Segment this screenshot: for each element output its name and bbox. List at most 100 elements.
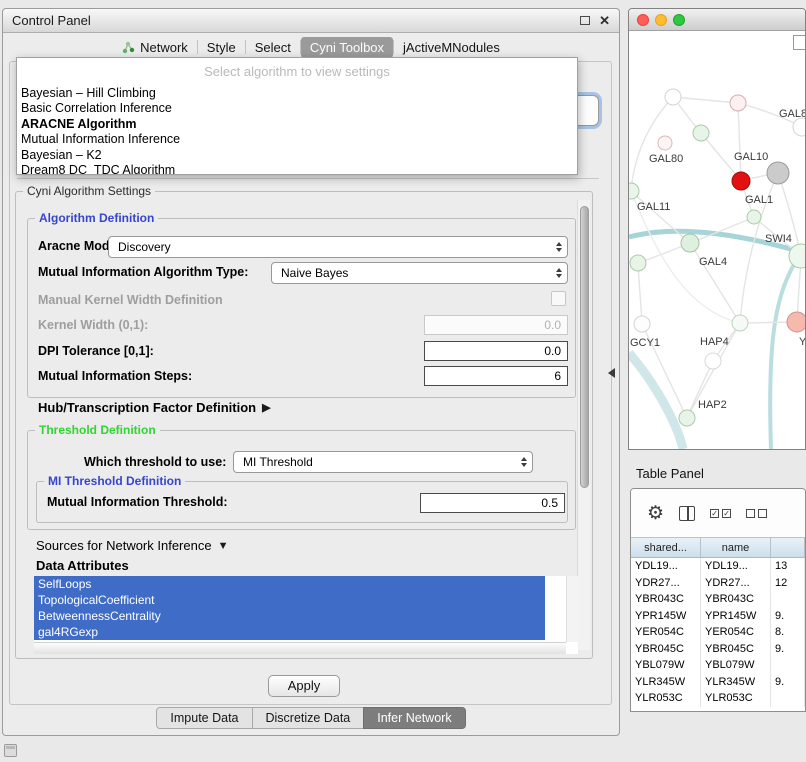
network-node[interactable] <box>693 125 709 141</box>
dpi-tolerance-field[interactable]: 0.0 <box>424 341 568 361</box>
table-cell: YBR045C <box>701 641 771 658</box>
panel-collapse-arrow-icon[interactable] <box>608 368 615 378</box>
network-node[interactable] <box>793 118 805 136</box>
combo-value: Naive Bayes <box>281 266 348 280</box>
network-node[interactable] <box>705 353 721 369</box>
attribute-list-item[interactable]: BetweennessCentrality <box>34 608 545 624</box>
combo-arrows-icon <box>556 268 562 278</box>
manual-kernel-width-label: Manual Kernel Width Definition <box>38 293 223 307</box>
algorithm-option[interactable]: ARACNE Algorithm <box>17 117 577 132</box>
tab-discretize-data[interactable]: Discretize Data <box>252 707 365 729</box>
attribute-list-item[interactable]: SelfLoops <box>34 576 545 592</box>
manual-kernel-width-checkbox[interactable] <box>551 291 566 306</box>
which-threshold-combobox[interactable]: MI Threshold <box>233 451 533 473</box>
table-row[interactable]: YPR145WYPR145W9. <box>631 608 805 625</box>
network-node[interactable] <box>767 162 789 184</box>
group-title: Threshold Definition <box>35 423 160 437</box>
algorithm-option[interactable]: Bayesian – K2 <box>17 148 577 163</box>
attribute-list-item[interactable]: TopologicalCoefficient <box>34 592 545 608</box>
tab-jactivemnodules[interactable]: jActiveMNodules <box>394 37 509 58</box>
expand-right-icon[interactable]: ▶ <box>262 401 270 414</box>
minimized-window-icon[interactable] <box>4 744 17 757</box>
close-icon[interactable]: ✕ <box>599 14 610 27</box>
scrollbar-thumb[interactable] <box>580 206 589 488</box>
network-node[interactable] <box>730 95 746 111</box>
table-cell: 13 <box>771 558 805 575</box>
tab-impute-data[interactable]: Impute Data <box>156 707 252 729</box>
column-header[interactable]: shared... <box>631 538 701 557</box>
mi-steps-field[interactable]: 6 <box>424 366 568 386</box>
mi-threshold-field[interactable]: 0.5 <box>420 493 565 513</box>
control-panel-titlebar[interactable]: Control Panel ✕ <box>3 9 619 33</box>
network-graph: GAL8GAL80GAL10GAL11GAL1SWI4GAL4GCY1HAP4Y… <box>629 31 805 449</box>
tab-cyni-toolbox[interactable]: Cyni Toolbox <box>301 37 393 58</box>
unchecked-box-icon <box>746 509 755 518</box>
algorithm-dropdown-popup: Select algorithm to view settings Bayesi… <box>16 57 578 175</box>
settings-scrollbar[interactable] <box>577 200 590 650</box>
combo-arrows-icon <box>556 242 562 252</box>
network-node[interactable] <box>787 312 805 332</box>
section-label: Sources for Network Inference <box>36 538 212 553</box>
table-cell: YBR043C <box>701 591 771 608</box>
desktop: Control Panel ✕ Network Style Select Cyn… <box>0 0 806 762</box>
algorithm-option[interactable]: Bayesian – Hill Climbing <box>17 86 577 101</box>
column-layout-icon[interactable] <box>679 506 695 521</box>
show-checked-columns-icon[interactable]: ✓✓ <box>710 509 731 518</box>
table-cell: YDR27... <box>701 575 771 592</box>
hide-columns-icon[interactable] <box>746 509 767 518</box>
network-window-titlebar[interactable] <box>629 9 805 31</box>
table-row[interactable]: YLR345WYLR345W9. <box>631 674 805 691</box>
attribute-list-item[interactable]: gal4RGexp <box>34 624 545 640</box>
network-node[interactable] <box>747 210 761 224</box>
mi-algorithm-type-combobox[interactable]: Naive Bayes <box>271 262 568 284</box>
algorithm-option[interactable]: Mutual Information Inference <box>17 132 577 147</box>
node-label: GAL1 <box>745 194 773 206</box>
network-node[interactable] <box>630 255 646 271</box>
collapse-down-icon[interactable]: ▼ <box>218 540 229 552</box>
network-node[interactable] <box>634 316 650 332</box>
table-cell: YPR145W <box>631 608 701 625</box>
aracne-mode-combobox[interactable]: Discovery <box>108 236 568 258</box>
network-node[interactable] <box>681 234 699 252</box>
table-row[interactable]: YDL19...YDL19...13 <box>631 558 805 575</box>
network-node[interactable] <box>665 89 681 105</box>
close-traffic-light-icon[interactable] <box>637 14 649 26</box>
data-attributes-listbox: SelfLoopsTopologicalCoefficientBetweenne… <box>34 576 578 654</box>
column-header[interactable] <box>771 538 805 557</box>
dpi-tolerance-label: DPI Tolerance [0,1]: <box>38 344 154 358</box>
tab-style[interactable]: Style <box>198 37 245 58</box>
zoom-traffic-light-icon[interactable] <box>673 14 685 26</box>
apply-button[interactable]: Apply <box>268 675 340 697</box>
network-node[interactable] <box>679 410 695 426</box>
table-cell: YPR145W <box>701 608 771 625</box>
tab-select[interactable]: Select <box>246 37 300 58</box>
network-canvas[interactable]: GAL8GAL80GAL10GAL11GAL1SWI4GAL4GCY1HAP4Y… <box>629 31 805 449</box>
list-horizontal-scrollbar[interactable] <box>34 642 566 654</box>
table-cell: YLR345W <box>701 674 771 691</box>
which-threshold-label: Which threshold to use: <box>84 455 226 469</box>
sources-for-network-inference-section[interactable]: Sources for Network Inference ▼ <box>36 538 228 553</box>
algorithm-option[interactable]: Dream8 DC_TDC Algorithm <box>17 163 577 175</box>
gear-icon[interactable]: ⚙ <box>647 504 664 523</box>
algorithm-option[interactable]: Basic Correlation Inference <box>17 101 577 116</box>
network-node[interactable] <box>732 315 748 331</box>
table-row[interactable]: YDR27...YDR27...12 <box>631 575 805 592</box>
tab-infer-network[interactable]: Infer Network <box>363 707 465 729</box>
table-row[interactable]: YER054CYER054C8. <box>631 624 805 641</box>
network-node[interactable] <box>658 136 672 150</box>
table-row[interactable]: YLR053CYLR053C <box>631 690 805 707</box>
list-vertical-scrollbar[interactable] <box>566 576 578 642</box>
tab-network[interactable]: Network <box>113 37 197 58</box>
data-attributes-list: SelfLoopsTopologicalCoefficientBetweenne… <box>34 576 578 640</box>
minimize-traffic-light-icon[interactable] <box>655 14 667 26</box>
float-window-icon[interactable] <box>580 16 590 25</box>
table-row[interactable]: YBL079WYBL079W <box>631 657 805 674</box>
network-edge <box>638 263 642 324</box>
network-node[interactable] <box>732 172 750 190</box>
table-row[interactable]: YBR043CYBR043C <box>631 591 805 608</box>
network-icon <box>122 41 135 54</box>
table-row[interactable]: YBR045CYBR045C9. <box>631 641 805 658</box>
column-header[interactable]: name <box>701 538 771 557</box>
hub-transcription-factor-section[interactable]: Hub/Transcription Factor Definition ▶ <box>38 400 271 415</box>
kernel-width-field[interactable]: 0.0 <box>424 315 568 335</box>
